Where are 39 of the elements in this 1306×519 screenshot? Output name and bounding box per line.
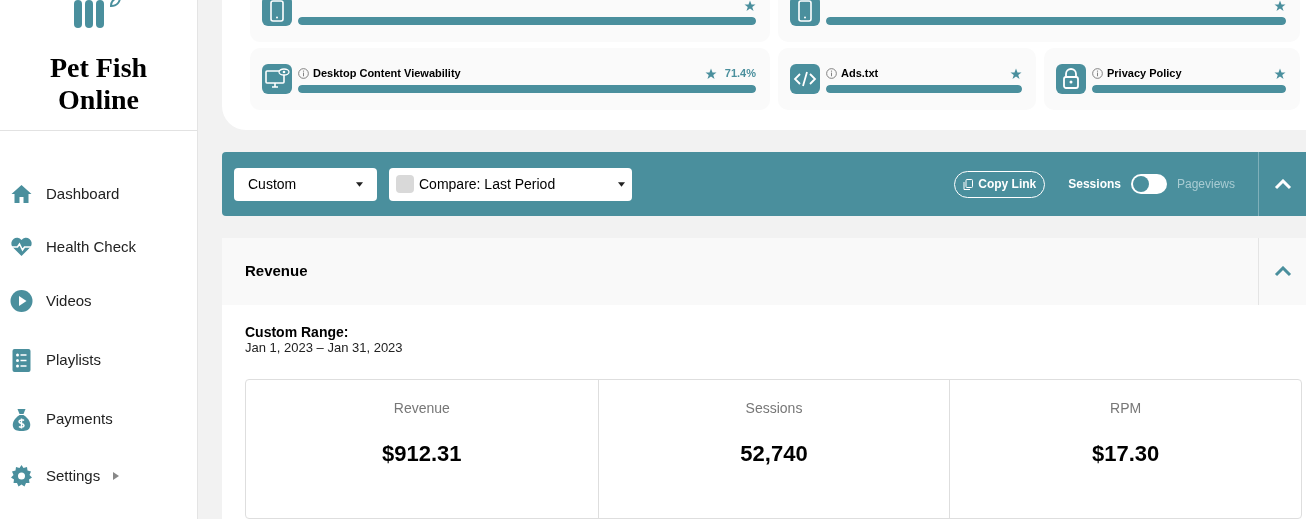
- metric-value: $912.31: [382, 440, 462, 468]
- card-title: Ads.txt: [841, 66, 879, 82]
- chevron-up-icon: [1273, 178, 1292, 190]
- card-title: Desktop Content Viewability: [313, 66, 461, 82]
- code-icon: [790, 64, 820, 94]
- info-icon: [1092, 68, 1103, 79]
- dropdown-caret-icon: [356, 181, 363, 187]
- info-icon: [826, 68, 837, 79]
- toggle-label: Pageviews: [1176, 176, 1235, 193]
- checkbox[interactable]: [396, 175, 414, 193]
- metric-value: 52,740: [740, 440, 808, 468]
- monitor-eye-icon: [262, 64, 292, 94]
- lock-icon: [1056, 64, 1086, 94]
- nav-item[interactable]: Settings: [0, 463, 197, 489]
- nav-item[interactable]: Health Check: [0, 234, 197, 260]
- card-title: Privacy Policy: [1107, 66, 1182, 82]
- chevron-up-icon: [1273, 266, 1292, 277]
- section-title: Revenue: [245, 261, 308, 282]
- copy-icon: [963, 178, 974, 190]
- nav-item[interactable]: Videos: [0, 288, 197, 314]
- settings-icon: [9, 463, 34, 489]
- compare-dropdown[interactable]: Compare: Last Period: [389, 167, 632, 201]
- metric-value: $17.30: [1092, 440, 1160, 468]
- range-dropdown[interactable]: Custom: [234, 167, 377, 201]
- metric-label: Revenue: [393, 399, 450, 418]
- date-range: Jan 1, 2023 – Jan 31, 2023: [245, 340, 404, 356]
- toggle-switch[interactable]: [1130, 174, 1167, 194]
- dropdown-caret-icon: [618, 181, 625, 187]
- info-icon: [298, 68, 309, 79]
- metric-label: RPM: [1110, 399, 1142, 418]
- range-label: Custom Range:: [245, 324, 350, 340]
- nav-item[interactable]: Payments: [0, 406, 197, 432]
- toggle-label: Sessions: [1068, 176, 1121, 193]
- nav-item[interactable]: Dashboard: [0, 181, 197, 207]
- card-value: 71.4%: [724, 66, 756, 82]
- brand-title: Pet Fish Online: [48, 52, 149, 116]
- metric-label: Sessions: [745, 399, 803, 418]
- play-icon: [9, 288, 34, 314]
- nav-item[interactable]: Playlists: [0, 347, 197, 373]
